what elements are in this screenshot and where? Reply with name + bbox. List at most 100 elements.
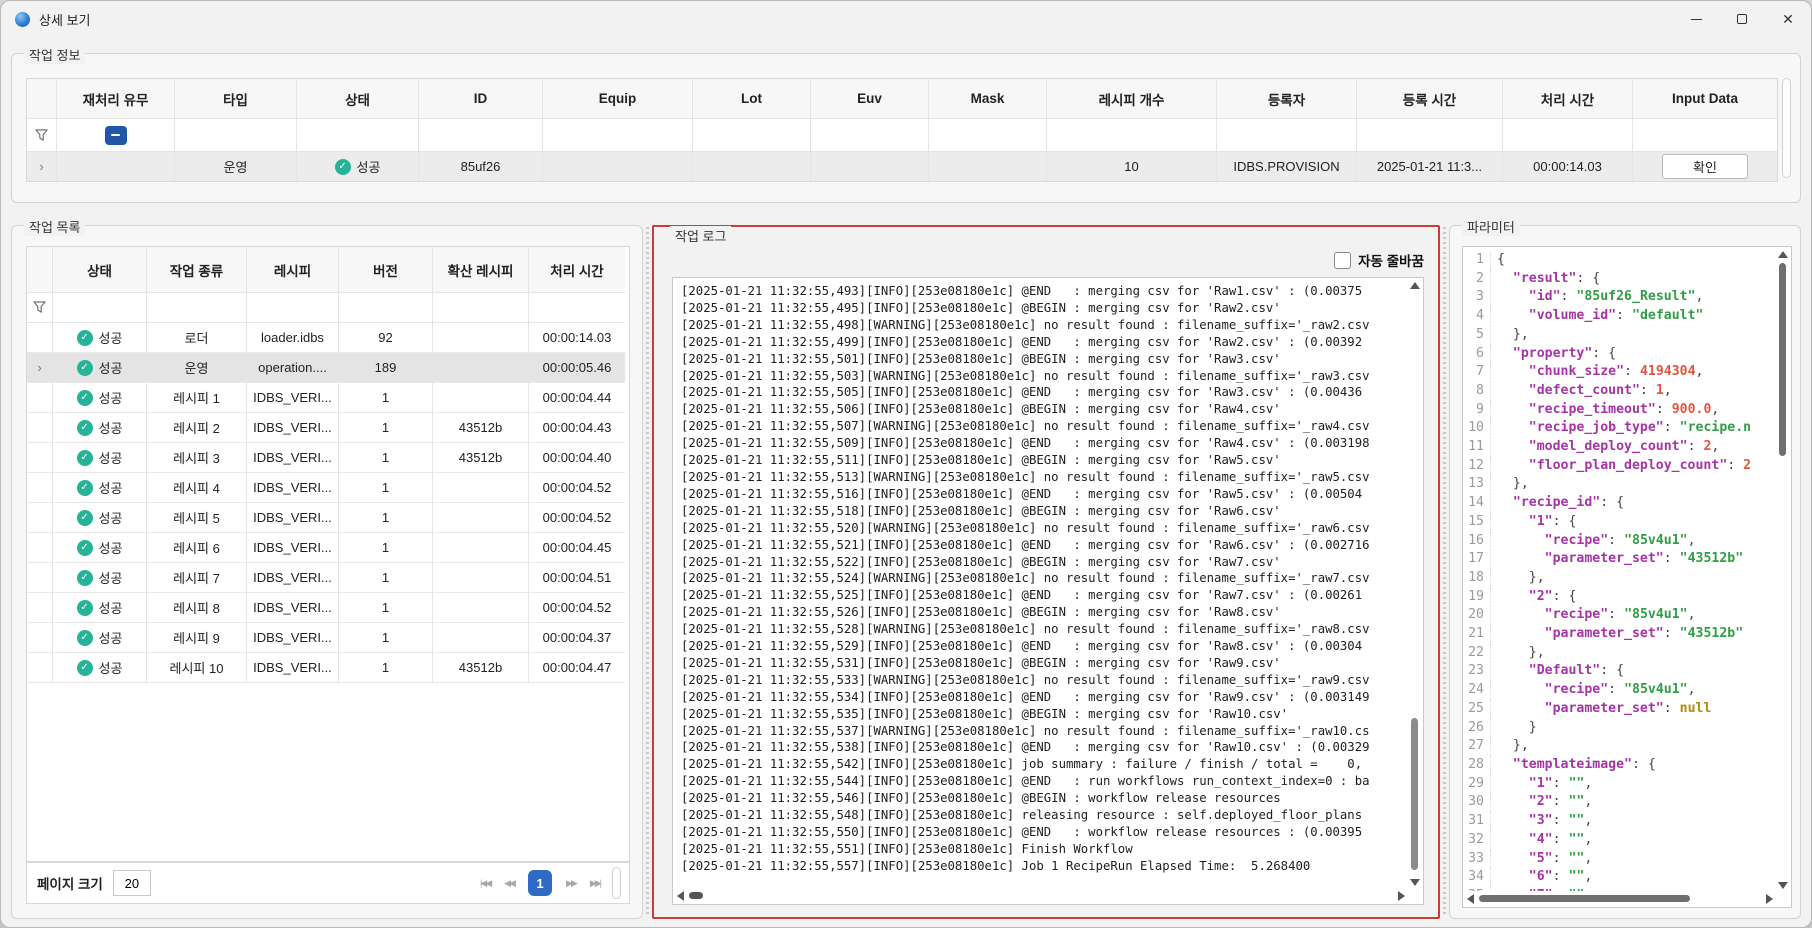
log-horizontal-scrollbar[interactable] xyxy=(675,889,1407,902)
col-mask[interactable]: Mask xyxy=(929,79,1047,119)
table-row[interactable]: › ✓성공 레시피 2 IDBS_VERI... 1 43512b 00:00:… xyxy=(27,413,629,443)
job-list-group: 작업 목록 상태 작업 종류 레시피 버전 확산 레시피 처리 시간 xyxy=(11,225,643,919)
window-title: 상세 보기 xyxy=(39,10,90,29)
table-row[interactable]: › ✓성공 레시피 6 IDBS_VERI... 1 00:00:04.45 xyxy=(27,533,629,563)
job-list-label: 작업 목록 xyxy=(24,217,85,236)
parameter-viewer[interactable]: 1{2 "result": {3 "id": "85uf26_Result",4… xyxy=(1462,246,1792,908)
job-info-header-row: 재처리 유무 타입 상태 ID Equip Lot Euv Mask 레시피 개… xyxy=(27,79,1777,119)
job-log-group: 작업 로그 자동 줄바꿈 [2025-01-21 11:32:55,493][I… xyxy=(658,231,1434,913)
scroll-right-icon[interactable] xyxy=(1766,894,1773,904)
proc-time-value: 00:00:14.03 xyxy=(1503,152,1633,181)
job-log-label: 작업 로그 xyxy=(670,226,731,245)
col-list-version[interactable]: 버전 xyxy=(339,247,433,293)
success-check-icon: ✓ xyxy=(77,600,93,616)
log-viewer[interactable]: [2025-01-21 11:32:55,493][INFO][253e0818… xyxy=(672,277,1424,905)
col-list-spread[interactable]: 확산 레시피 xyxy=(433,247,529,293)
success-check-icon: ✓ xyxy=(77,330,93,346)
col-id[interactable]: ID xyxy=(419,79,543,119)
scroll-left-icon[interactable] xyxy=(1467,894,1474,904)
col-list-status[interactable]: 상태 xyxy=(53,247,147,293)
titlebar: 상세 보기 ✕ xyxy=(1,1,1811,37)
log-hscroll-thumb[interactable] xyxy=(689,892,703,899)
splitter-left[interactable] xyxy=(643,227,652,917)
col-equip[interactable]: Equip xyxy=(543,79,693,119)
table-row[interactable]: › ✓성공 로더 loader.idbs 92 00:00:14.03 xyxy=(27,323,629,353)
col-list-jobtype[interactable]: 작업 종류 xyxy=(147,247,247,293)
success-check-icon: ✓ xyxy=(77,420,93,436)
filter-icon[interactable] xyxy=(27,293,53,323)
col-list-recipe[interactable]: 레시피 xyxy=(247,247,339,293)
table-row[interactable]: › ✓성공 레시피 5 IDBS_VERI... 1 00:00:04.52 xyxy=(27,503,629,533)
page-size-input[interactable]: 20 xyxy=(113,870,151,896)
success-check-icon: ✓ xyxy=(335,159,351,175)
job-log-highlight-border: 작업 로그 자동 줄바꿈 [2025-01-21 11:32:55,493][I… xyxy=(652,225,1440,919)
job-list-table: 상태 작업 종류 레시피 버전 확산 레시피 처리 시간 xyxy=(26,246,630,862)
list-scrollbar[interactable] xyxy=(612,867,621,899)
parameters-group: 파라미터 1{2 "result": {3 "id": "85uf26_Resu… xyxy=(1449,225,1801,919)
scroll-up-icon[interactable] xyxy=(1778,251,1788,258)
table-row[interactable]: › ✓성공 레시피 7 IDBS_VERI... 1 00:00:04.51 xyxy=(27,563,629,593)
app-icon xyxy=(15,12,30,27)
next-page-icon[interactable]: ▶▶ xyxy=(566,878,576,889)
col-reg-time[interactable]: 등록 시간 xyxy=(1357,79,1503,119)
col-proc-time[interactable]: 처리 시간 xyxy=(1503,79,1633,119)
scroll-down-icon[interactable] xyxy=(1778,882,1788,889)
table-row[interactable]: › ✓성공 레시피 1 IDBS_VERI... 1 00:00:04.44 xyxy=(27,383,629,413)
table-row[interactable]: › ✓성공 운영 operation.... 189 00:00:05.46 xyxy=(27,353,629,383)
scroll-left-icon[interactable] xyxy=(677,891,684,901)
info-table-scrollbar[interactable] xyxy=(1782,78,1791,178)
expand-chevron[interactable]: › xyxy=(37,360,41,375)
first-page-icon[interactable]: |◀◀ xyxy=(480,878,490,889)
reprocess-filter-checkbox[interactable] xyxy=(57,119,175,152)
param-vertical-scrollbar[interactable] xyxy=(1776,249,1789,891)
col-list-proctime[interactable]: 처리 시간 xyxy=(529,247,625,293)
maximize-button[interactable] xyxy=(1719,1,1765,37)
scroll-down-icon[interactable] xyxy=(1410,879,1420,886)
param-horizontal-scrollbar[interactable] xyxy=(1465,892,1775,905)
param-vscroll-thumb[interactable] xyxy=(1779,263,1786,456)
table-row[interactable]: › ✓성공 레시피 4 IDBS_VERI... 1 00:00:04.52 xyxy=(27,473,629,503)
prev-page-icon[interactable]: ◀◀ xyxy=(504,878,514,889)
close-icon: ✕ xyxy=(1782,12,1794,26)
current-page-button[interactable]: 1 xyxy=(528,870,552,896)
job-list-header-row: 상태 작업 종류 레시피 버전 확산 레시피 처리 시간 xyxy=(27,247,629,293)
input-data-confirm-button[interactable]: 확인 xyxy=(1662,154,1748,179)
splitter-right[interactable] xyxy=(1440,227,1449,917)
success-check-icon: ✓ xyxy=(77,630,93,646)
col-euv[interactable]: Euv xyxy=(811,79,929,119)
col-type[interactable]: 타입 xyxy=(175,79,297,119)
filter-icon[interactable] xyxy=(27,119,57,152)
table-row[interactable]: › ✓성공 레시피 10 IDBS_VERI... 1 43512b 00:00… xyxy=(27,653,629,683)
expand-chevron[interactable]: › xyxy=(27,152,57,181)
indeterminate-checkbox-icon xyxy=(105,126,127,145)
job-info-table: 재처리 유무 타입 상태 ID Equip Lot Euv Mask 레시피 개… xyxy=(26,78,1778,182)
col-reprocess[interactable]: 재처리 유무 xyxy=(57,79,175,119)
col-lot[interactable]: Lot xyxy=(693,79,811,119)
last-page-icon[interactable]: ▶▶| xyxy=(590,878,600,889)
log-vertical-scrollbar[interactable] xyxy=(1408,280,1421,888)
job-type-value: 운영 xyxy=(175,152,297,181)
col-registrant[interactable]: 등록자 xyxy=(1217,79,1357,119)
minimize-button[interactable] xyxy=(1673,1,1719,37)
col-input-data[interactable]: Input Data xyxy=(1633,79,1777,119)
param-hscroll-thumb[interactable] xyxy=(1479,895,1690,902)
pagination-bar: 페이지 크기 20 |◀◀ ◀◀ 1 ▶▶ ▶▶| xyxy=(26,862,630,904)
scroll-right-icon[interactable] xyxy=(1398,891,1405,901)
recipe-count-value: 10 xyxy=(1047,152,1217,181)
registrant-value: IDBS.PROVISION xyxy=(1217,152,1357,181)
word-wrap-checkbox[interactable] xyxy=(1334,252,1351,269)
col-recipe-count[interactable]: 레시피 개수 xyxy=(1047,79,1217,119)
parameters-label: 파라미터 xyxy=(1462,217,1520,236)
table-row[interactable]: › ✓성공 레시피 8 IDBS_VERI... 1 00:00:04.52 xyxy=(27,593,629,623)
success-check-icon: ✓ xyxy=(77,390,93,406)
log-vscroll-thumb[interactable] xyxy=(1411,718,1418,870)
table-row[interactable]: › ✓성공 레시피 3 IDBS_VERI... 1 43512b 00:00:… xyxy=(27,443,629,473)
success-check-icon: ✓ xyxy=(77,360,93,376)
scroll-up-icon[interactable] xyxy=(1410,282,1420,289)
job-info-data-row[interactable]: › 운영 ✓성공 85uf26 10 IDBS.PROVISION 2025-0… xyxy=(27,152,1777,181)
word-wrap-label: 자동 줄바꿈 xyxy=(1358,250,1424,270)
job-info-filter-row xyxy=(27,119,1777,152)
close-button[interactable]: ✕ xyxy=(1765,1,1811,37)
col-status[interactable]: 상태 xyxy=(297,79,419,119)
table-row[interactable]: › ✓성공 레시피 9 IDBS_VERI... 1 00:00:04.37 xyxy=(27,623,629,653)
